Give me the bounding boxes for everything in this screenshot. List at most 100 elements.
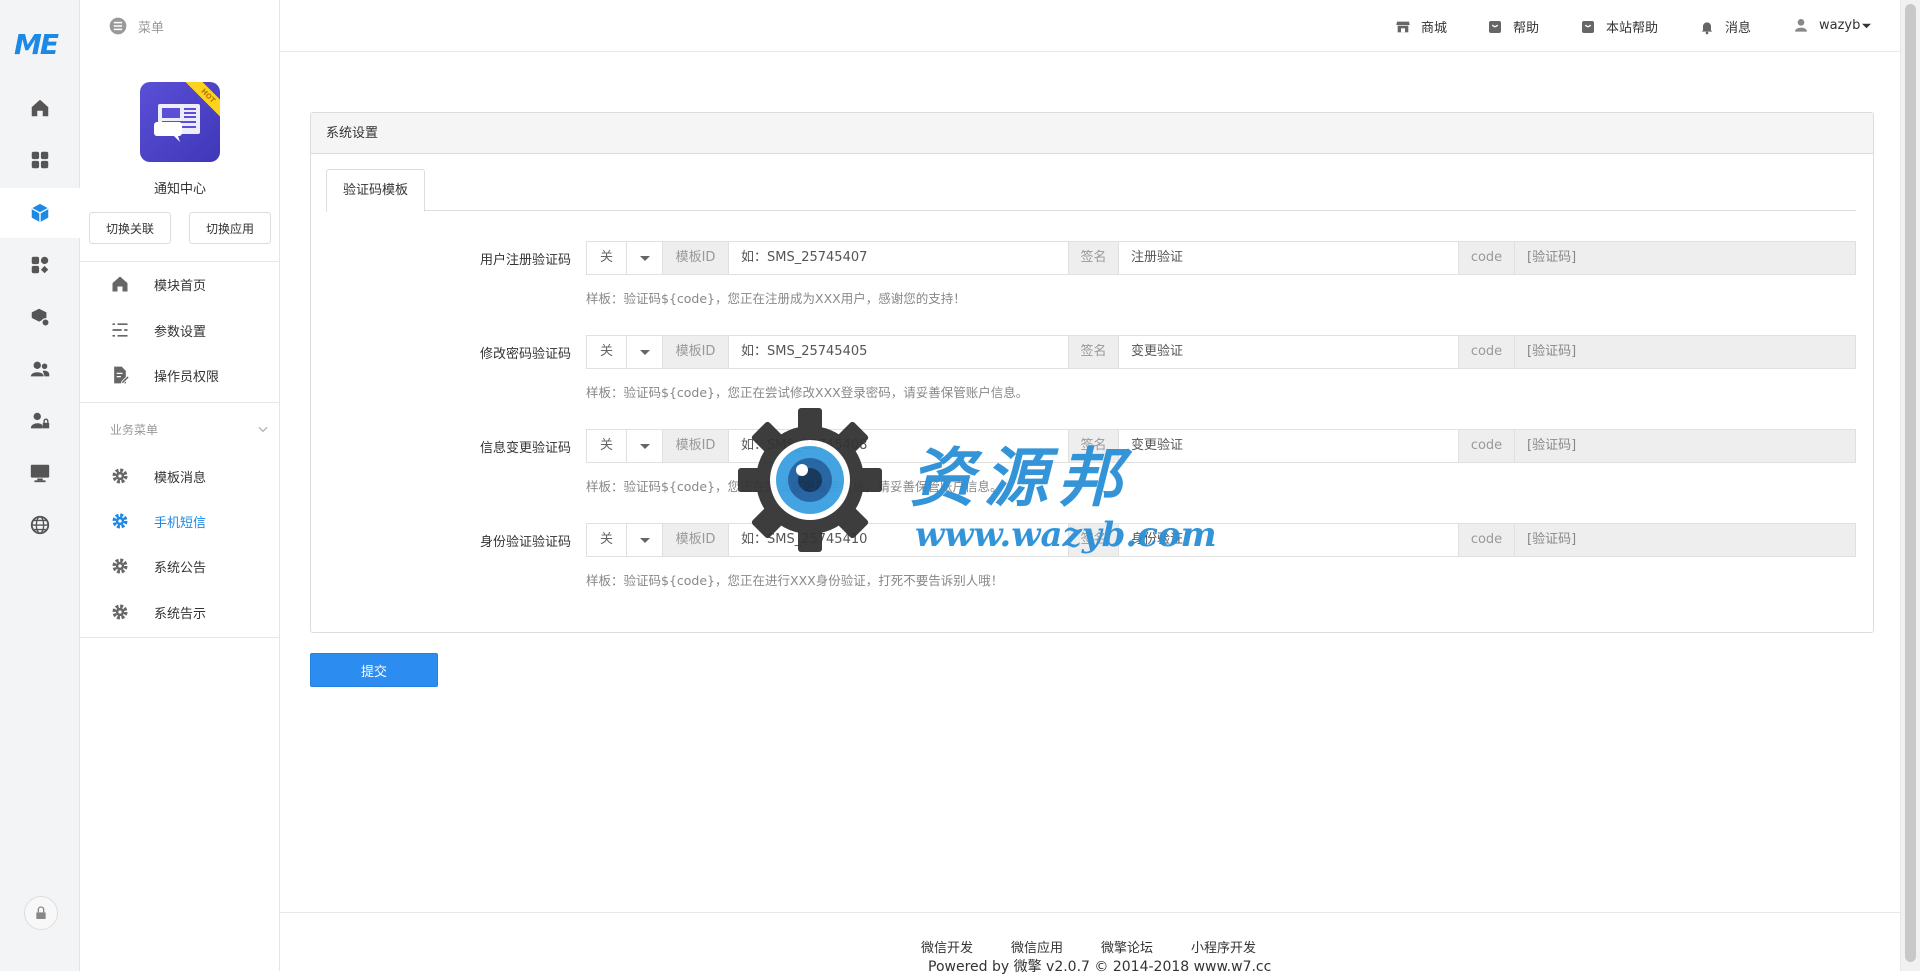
rail-globe[interactable]	[0, 500, 80, 550]
tab-bar: 验证码模板	[326, 169, 1856, 212]
user-lock-icon	[30, 412, 50, 429]
row-label: 身份验证验证码	[479, 535, 571, 550]
submit-button[interactable]: 提交	[310, 653, 438, 687]
rail-home[interactable]	[0, 83, 80, 133]
row-label: 信息变更验证码	[479, 441, 571, 456]
header-link-label: 商城	[1421, 21, 1448, 36]
brand-logo[interactable]: ME	[14, 28, 59, 61]
switch-select[interactable]: 关	[587, 430, 627, 462]
code-addon: code	[1459, 524, 1515, 556]
template-id-input[interactable]: 如：SMS_25745405	[729, 336, 1069, 368]
business-menu-group[interactable]: 业务菜单	[80, 412, 280, 446]
code-input: [验证码]	[1515, 524, 1855, 556]
row-label: 修改密码验证码	[479, 347, 571, 362]
help-icon	[1489, 20, 1501, 33]
header-link-messages[interactable]: 消息	[1699, 17, 1751, 36]
switch-select[interactable]: 关	[587, 336, 627, 368]
username: wazyb	[1819, 17, 1861, 33]
code-addon: code	[1459, 242, 1515, 274]
sidebar-item-sms-active[interactable]: 手机短信	[80, 499, 280, 543]
lock-icon	[36, 906, 46, 919]
switch-dropdown-toggle[interactable]	[627, 336, 663, 368]
switch-dropdown-toggle[interactable]	[627, 430, 663, 462]
header-link-store[interactable]: 商城	[1395, 17, 1447, 36]
caret-down-icon	[639, 350, 650, 355]
user-icon	[1795, 19, 1807, 32]
sign-addon: 签名	[1069, 336, 1119, 368]
rail-apps[interactable]	[0, 135, 80, 185]
rail-monitor[interactable]	[0, 448, 80, 498]
template-id-addon: 模板ID	[663, 336, 729, 368]
rail-user-lock[interactable]	[0, 396, 80, 446]
sidebar-item-notice[interactable]: 系统告示	[80, 590, 280, 634]
sidebar-item-label: 系统告示	[154, 606, 207, 622]
package-icon	[31, 308, 50, 327]
switch-select[interactable]: 关	[587, 242, 627, 274]
rail-package[interactable]	[0, 292, 80, 342]
watermark: 资源邦 www.wazyb.com	[735, 405, 1217, 575]
sidebar-item-params[interactable]: 参数设置	[80, 308, 280, 352]
watermark-url: www.wazyb.com	[915, 515, 1217, 555]
sidebar-item-announcement[interactable]: 系统公告	[80, 544, 280, 588]
template-id-addon: 模板ID	[663, 430, 729, 462]
app-icon: HOT	[140, 82, 220, 162]
code-input: [验证码]	[1515, 242, 1855, 274]
code-addon: code	[1459, 430, 1515, 462]
lock-screen-button[interactable]	[24, 896, 58, 930]
switch-dropdown-toggle[interactable]	[627, 242, 663, 274]
sidebar-item-permissions[interactable]: 操作员权限	[80, 353, 280, 397]
gear-icon	[112, 513, 128, 529]
gear-icon	[112, 604, 128, 620]
globe-icon	[30, 515, 50, 535]
scrollbar-thumb[interactable]	[1905, 4, 1916, 962]
code-input: [验证码]	[1515, 430, 1855, 462]
switch-link-button[interactable]: 切换关联	[89, 212, 171, 244]
template-id-input[interactable]: 如：SMS_25745407	[729, 242, 1069, 274]
chevron-down-icon	[258, 426, 268, 433]
home-icon	[112, 276, 128, 292]
menu-toggle[interactable]: 菜单	[108, 16, 164, 36]
rail-extensions[interactable]	[0, 240, 80, 290]
footer-link-wechat-dev[interactable]: 微信开发	[921, 937, 973, 956]
footer-link-forum[interactable]: 微擎论坛	[1101, 937, 1153, 956]
header-link-help[interactable]: 帮助	[1487, 17, 1539, 36]
tab-captcha-template[interactable]: 验证码模板	[326, 169, 426, 212]
sidebar-item-label: 模块首页	[154, 278, 207, 294]
header-link-label: 本站帮助	[1606, 21, 1659, 36]
switch-select[interactable]: 关	[587, 524, 627, 556]
divider	[80, 402, 280, 403]
panel-title: 系统设置	[311, 113, 1873, 154]
sidebar-item-module-home[interactable]: 模块首页	[80, 262, 280, 306]
header-link-label: 消息	[1725, 21, 1752, 36]
app-name: 通知中心	[153, 182, 206, 197]
sign-addon: 签名	[1069, 242, 1119, 274]
store-icon	[1396, 21, 1410, 32]
module-sidebar: 菜单 HOT 通知中心 切换关联 切换应用 模块首页 参数设置 操作员权限 业务…	[80, 0, 280, 971]
switch-app-button[interactable]: 切换应用	[189, 212, 271, 244]
watermark-title: 资源邦	[910, 441, 1132, 516]
rail-modules-active[interactable]	[0, 188, 80, 238]
users-icon	[30, 361, 50, 377]
footer-link-wechat-apps[interactable]: 微信应用	[1011, 937, 1063, 956]
code-addon: code	[1459, 336, 1515, 368]
header-link-label: 帮助	[1513, 21, 1540, 36]
switch-dropdown-toggle[interactable]	[627, 524, 663, 556]
footer-link-miniprogram[interactable]: 小程序开发	[1191, 937, 1256, 956]
user-menu[interactable]: wazyb	[1793, 17, 1872, 33]
rail-users[interactable]	[0, 344, 80, 394]
vertical-scrollbar[interactable]	[1900, 0, 1920, 971]
row-label: 用户注册验证码	[479, 253, 571, 268]
gear-icon	[112, 558, 128, 574]
sign-input[interactable]: 注册验证	[1119, 242, 1459, 274]
group-title: 业务菜单	[110, 422, 159, 437]
header-link-site-help[interactable]: 本站帮助	[1580, 17, 1658, 36]
monitor-icon	[30, 464, 50, 483]
sign-input[interactable]: 变更验证	[1119, 336, 1459, 368]
caret-down-icon	[639, 538, 650, 543]
footer-copyright: Powered by 微擎 v2.0.7 © 2014-2018 www.w7.…	[928, 959, 1272, 975]
sidebar-item-template-message[interactable]: 模板消息	[80, 454, 280, 498]
modules-icon	[31, 256, 49, 274]
watermark-gear-eye-icon	[738, 408, 882, 552]
document-edit-icon	[114, 366, 130, 384]
caret-down-icon	[639, 256, 650, 261]
